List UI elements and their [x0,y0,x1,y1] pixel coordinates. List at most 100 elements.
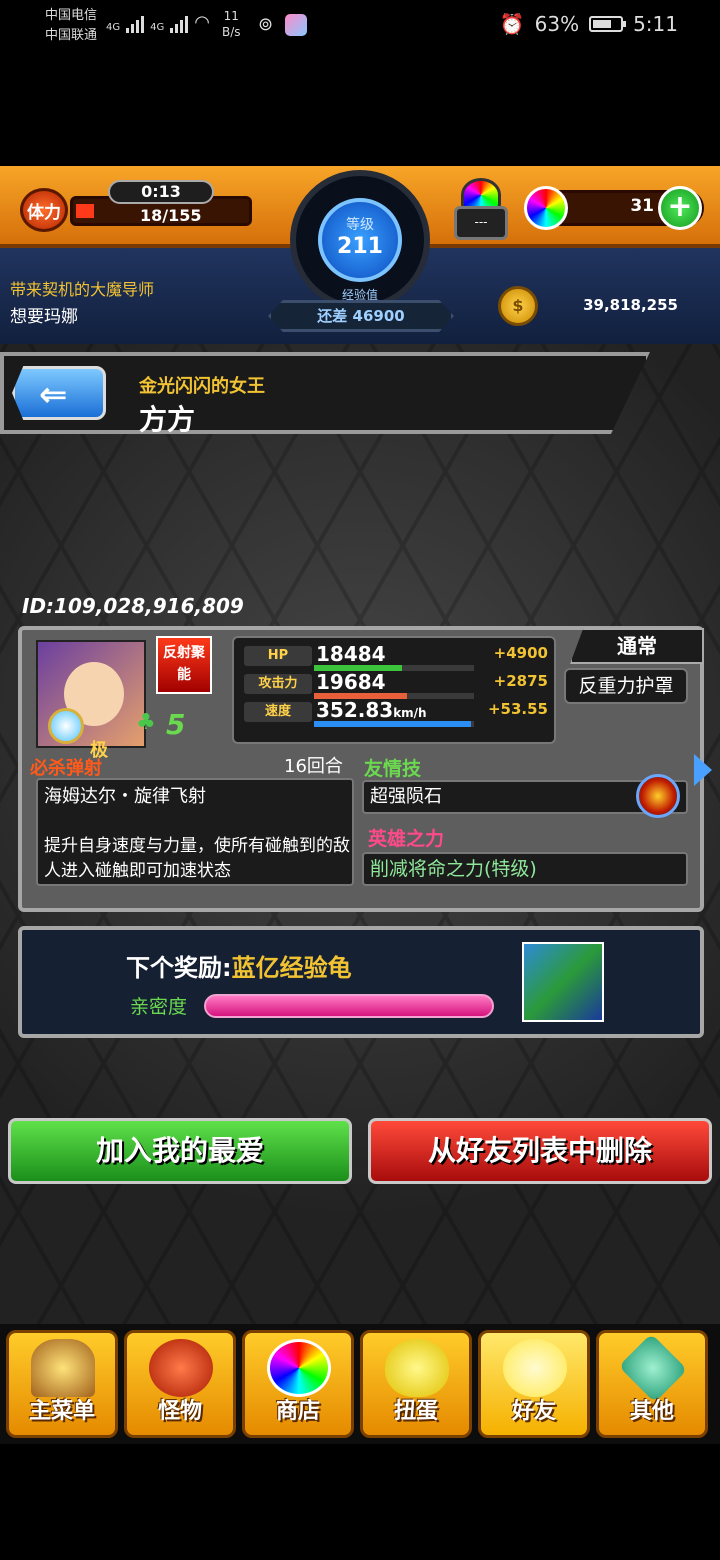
nav-label: 主菜单 [28,1399,95,1424]
orb-count: 31 [630,196,654,216]
intimacy-bar [204,994,494,1018]
nav-monsters[interactable]: 怪物 [124,1330,236,1438]
app-notification-icon [285,14,307,36]
wifi-icon: ◠ [194,12,210,33]
type-ability: 反重力护罩 [564,668,688,704]
orb-icon [267,1339,331,1397]
intimacy-label: 亲密度 [130,996,188,1018]
element-badge-icon [48,708,84,744]
strike-shot-label: 必杀弹射 [30,758,102,779]
hero-power-label: 英雄之力 [368,828,445,850]
back-arrow-icon: ⇐ [39,375,68,415]
nav-shop[interactable]: 商店 [242,1330,354,1438]
stat-plus: +2875 [493,672,548,690]
stamina-fill [76,204,94,218]
speed-value: 11 [223,9,239,23]
stamina-value: 18/155 [140,206,202,225]
stat-row-hp: HP 18484 +4900 [234,642,558,671]
speed-unit: km/h [393,706,427,720]
friendship-label: 友情技 [364,758,422,780]
system-status-bar: 中国电信 中国联通 4G 4G ◠ 11 B/s ⊚ ⏰ 63% 5:11 [0,0,720,50]
strike-shot-desc: 提升自身速度与力量，使所有碰触到的敌人进入碰触即可加速状态 [44,836,350,881]
signal-icons: 4G 4G ◠ [106,12,210,33]
friend-name: 方方 [139,403,196,436]
carrier-labels: 中国电信 中国联通 [45,6,97,46]
nav-label: 商店 [275,1399,320,1424]
status-right: ⏰ 63% 5:11 [500,12,678,36]
nav-label: 怪物 [157,1399,202,1424]
stat-row-attack: 攻击力 19684 +2875 [234,670,558,699]
player-name: 想要玛娜 [10,307,78,327]
game-header: 体力 0:13 18/155 等级 211 经验值 还差 46900 --- 3… [0,166,720,344]
reward-monster-image[interactable] [522,942,604,1022]
level-label: 等级 [346,217,374,233]
speed-unit: B/s [222,25,241,39]
clock: 5:11 [633,12,678,36]
network-type-2: 4G [150,22,165,33]
orb-lock-icon[interactable]: --- [452,178,510,244]
stamina-timer: 0:13 [108,180,214,204]
bottom-nav: 主菜单 怪物 商店 扭蛋 好友 其他 [0,1324,720,1444]
friend-detail-screen: 金光闪闪的女王 方方 ⇐ ID:109,028,916,809 极 ♣ 5 反射… [0,344,720,1324]
stat-value: 352.83km/h [316,698,427,722]
back-button[interactable]: ⇐ [12,366,106,420]
nav-friends[interactable]: 好友 [478,1330,590,1438]
luck-value: 5 [166,708,186,741]
next-page-arrow-icon[interactable] [694,754,712,786]
monster-card: 极 ♣ 5 反射聚能 HP 18484 +4900 攻击力 19684 +287… [18,626,704,912]
battery-icon [589,16,627,32]
battery-percent: 63% [534,12,580,36]
stamina-icon: 体力 [20,188,68,232]
orb-icon [524,186,568,230]
gold-amount: 39,818,255 [583,296,678,314]
network-type-1: 4G [106,22,121,33]
meteor-icon [636,774,680,818]
next-reward: 下个奖励:蓝亿经验龟 [126,954,352,982]
nav-other[interactable]: 其他 [596,1330,708,1438]
sync-icon: ⊚ [258,14,274,35]
stat-bar [314,721,474,727]
stat-value: 19684 [316,670,386,694]
stat-row-speed: 速度 352.83km/h +53.55 [234,698,558,727]
egg-icon [385,1339,449,1397]
reward-panel: 下个奖励:蓝亿经验龟 亲密度 [18,926,704,1038]
player-title: 带来契机的大魔导师 [10,280,155,299]
nav-label: 扭蛋 [393,1399,438,1424]
strike-shot-turns: 16回合 [284,756,343,777]
strike-shot-name: 海姆达尔・旋律飞射 [44,786,206,807]
stat-label: 速度 [244,702,312,722]
stat-plus: +53.55 [487,700,548,718]
buy-orbs-button[interactable]: + [658,186,702,230]
add-favorite-button[interactable]: 加入我的最爱 [8,1118,352,1184]
ability-icon: 反射聚能 [156,636,212,694]
network-speed: 11 B/s [222,8,241,40]
stats-panel: HP 18484 +4900 攻击力 19684 +2875 速度 352.83… [232,636,556,744]
nav-gacha[interactable]: 扭蛋 [360,1330,472,1438]
carrier-1: 中国电信 [45,8,98,23]
lock-text: --- [454,206,508,240]
reward-item: 蓝亿经验龟 [231,954,352,982]
friends-icon [503,1339,567,1397]
remove-friend-button[interactable]: 从好友列表中删除 [368,1118,712,1184]
stat-label: HP [244,646,312,666]
level-number: 211 [337,234,383,259]
exp-remaining: 还差 46900 [268,300,454,332]
stat-value: 18484 [316,642,386,666]
clover-icon: ♣ [136,710,156,735]
monster-portrait[interactable]: 极 [36,640,146,761]
nav-main-menu[interactable]: 主菜单 [6,1330,118,1438]
stat-bar-fill [314,721,471,727]
alarm-icon: ⏰ [499,12,525,36]
friend-title: 金光闪闪的女王 [139,376,265,397]
monster-type-tab: 通常 [570,628,704,664]
user-id: ID:109,028,916,809 [22,594,244,618]
hero-power: 削减将命之力(特级) [362,852,688,886]
signal-bars-icon [170,16,189,33]
carrier-2: 中国联通 [45,28,98,43]
strike-shot-box: 海姆达尔・旋律飞射 提升自身速度与力量，使所有碰触到的敌人进入碰触即可加速状态 [36,778,354,886]
gold-coin-icon: $ [498,286,538,326]
signal-bars-icon [126,16,145,33]
home-icon [31,1339,95,1397]
nav-label: 其他 [629,1399,674,1424]
stat-label: 攻击力 [244,674,312,694]
